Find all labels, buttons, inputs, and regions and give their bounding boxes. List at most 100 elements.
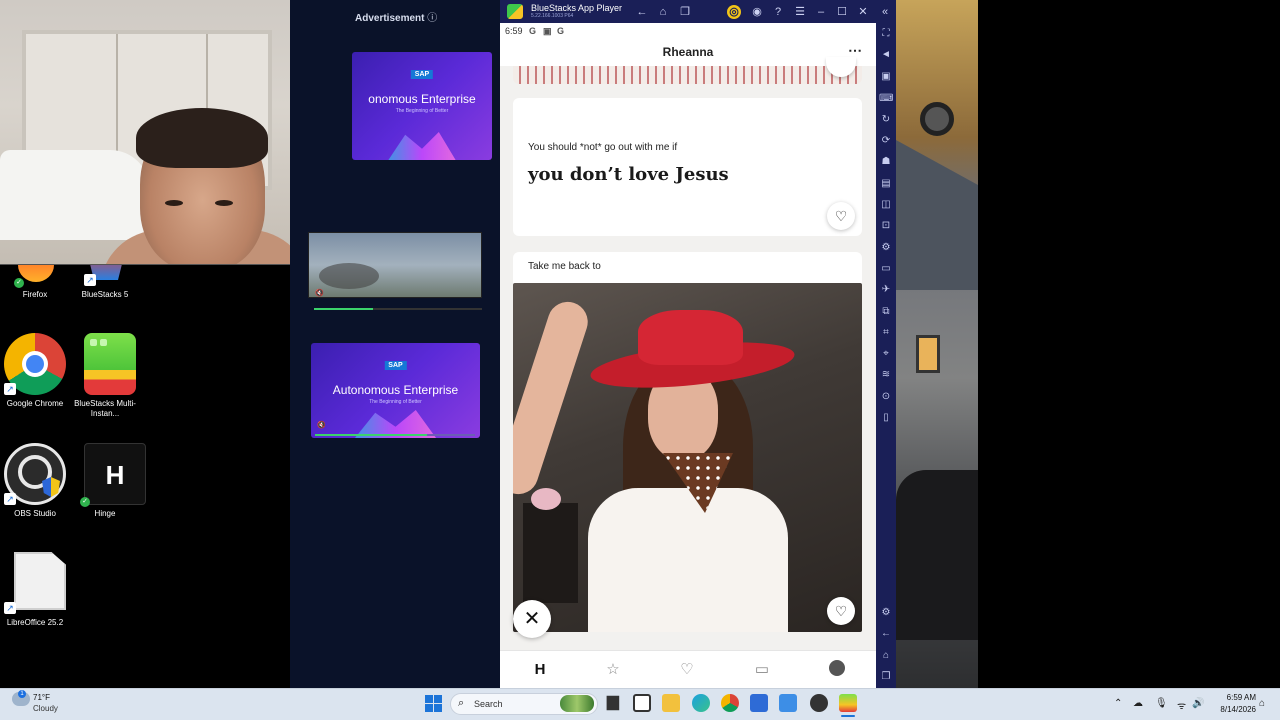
controller-icon[interactable]: ☗ xyxy=(879,155,893,169)
coin-icon[interactable]: ◎ xyxy=(727,5,741,19)
media-icon[interactable]: ▣ xyxy=(879,70,893,84)
minimize-icon[interactable]: – xyxy=(814,5,828,19)
notification-icon-google: G xyxy=(557,26,565,36)
layers-icon[interactable]: ≋ xyxy=(879,368,893,382)
obs-taskbar-icon[interactable] xyxy=(810,694,828,712)
multi-instance-icon[interactable]: ⧉ xyxy=(879,305,893,319)
fullscreen-icon[interactable]: ⛶ xyxy=(879,27,893,41)
profile-photo[interactable] xyxy=(513,283,862,632)
like-prompt-button[interactable]: ♡ xyxy=(827,202,855,230)
record-icon[interactable]: ⊡ xyxy=(879,219,893,233)
profile-name: Rheanna xyxy=(662,45,714,59)
airplane-icon[interactable]: ✈ xyxy=(879,283,893,297)
chat-icon[interactable]: ▭ xyxy=(751,660,773,680)
weather-temperature[interactable]: 71°F xyxy=(33,693,50,702)
settings-icon[interactable]: ⚙ xyxy=(879,606,893,620)
video-ad[interactable]: 🔇 xyxy=(308,232,482,298)
desktop-icon-libreoffice[interactable]: ↗ LibreOffice 25.2 xyxy=(0,552,75,628)
desktop-icon-hinge[interactable]: H ✓ Hinge xyxy=(65,443,146,519)
notepad-icon[interactable] xyxy=(633,694,651,712)
menu-icon[interactable]: ☰ xyxy=(793,5,807,19)
recent-apps-icon[interactable]: ❐ xyxy=(678,5,692,19)
search-icon: ⌕ xyxy=(458,697,465,709)
chrome-taskbar-icon[interactable] xyxy=(721,694,739,712)
star-icon[interactable]: ☆ xyxy=(602,660,624,680)
clock-date[interactable]: 8/14/2026 xyxy=(1206,705,1256,714)
snipping-tool-icon[interactable] xyxy=(779,694,797,712)
video-ad-progress-fill xyxy=(314,308,373,310)
macro-icon[interactable]: ⚙ xyxy=(879,241,893,255)
ad-banner-bottom[interactable]: SAP Autonomous Enterprise The Beginning … xyxy=(311,343,480,438)
home-icon[interactable]: ⌂ xyxy=(656,5,670,19)
wifi-icon[interactable]: ᯤ xyxy=(1177,698,1186,712)
store-icon[interactable] xyxy=(750,694,768,712)
android-home-icon[interactable]: ⌂ xyxy=(879,649,893,663)
like-photo-button[interactable]: ♡ xyxy=(827,597,855,625)
shake-icon[interactable]: ⊙ xyxy=(879,390,893,404)
windows-start-icon[interactable] xyxy=(425,695,442,712)
microphone-icon[interactable]: 🎙 xyxy=(1155,698,1168,709)
desktop-icon-bluestacks-multi-instance[interactable]: BlueStacks Multi-Instan... xyxy=(65,333,145,419)
android-back-icon[interactable]: ← xyxy=(879,627,893,641)
ad-banner-top[interactable]: SAP onomous Enterprise The Beginning of … xyxy=(352,52,492,160)
location-icon[interactable]: ⌖ xyxy=(879,347,893,361)
bluestacks-taskbar-icon[interactable] xyxy=(839,694,857,712)
screenshot-icon[interactable]: ◫ xyxy=(879,198,893,212)
desktop-area xyxy=(978,0,1280,688)
notification-bell-icon[interactable]: ⌂ xyxy=(1259,698,1265,709)
rotate-icon[interactable]: ↻ xyxy=(879,113,893,127)
hinge-logo-icon[interactable]: H xyxy=(529,660,551,680)
sap-logo: SAP xyxy=(384,361,407,370)
desktop-icon-google-chrome[interactable]: ↗ Google Chrome xyxy=(0,333,75,409)
collapse-sidebar-icon[interactable]: « xyxy=(878,5,892,19)
maximize-icon[interactable]: ☐ xyxy=(835,5,849,19)
mute-icon[interactable]: 🔇 xyxy=(317,421,326,429)
sap-logo: SAP xyxy=(410,70,434,79)
active-app-indicator xyxy=(841,715,855,717)
show-hidden-icons-chevron-icon[interactable]: ⌃ xyxy=(1114,698,1122,709)
file-explorer-icon[interactable] xyxy=(662,694,680,712)
apk-icon[interactable]: ▤ xyxy=(879,177,893,191)
weather-alert-badge: 1 xyxy=(18,690,26,698)
profile-icon[interactable] xyxy=(826,660,848,680)
shortcut-arrow-icon: ↗ xyxy=(84,274,96,286)
android-recents-icon[interactable]: ❐ xyxy=(879,670,893,684)
photo-prompt-label: Take me back to xyxy=(528,261,601,272)
sidebar-toggle-icon[interactable]: ▯ xyxy=(879,411,893,425)
account-icon[interactable]: ◉ xyxy=(750,5,764,19)
prompt-question: You should *not* go out with me if xyxy=(528,142,678,153)
back-icon[interactable]: ← xyxy=(635,5,649,19)
edge-icon[interactable] xyxy=(692,694,710,712)
desktop-icon-label: Google Chrome xyxy=(6,399,64,408)
car-wheel xyxy=(920,102,954,136)
clock-time[interactable]: 6:59 AM xyxy=(1212,693,1256,702)
heart-icon[interactable]: ♡ xyxy=(676,660,698,680)
bluestacks-multi-instance-icon xyxy=(74,333,136,395)
help-icon[interactable]: ? xyxy=(771,5,785,19)
volume-icon[interactable]: ◄ xyxy=(879,48,893,62)
desktop-icon-label: Hinge xyxy=(94,509,116,518)
desktop-icon-obs-studio[interactable]: ↗ OBS Studio xyxy=(0,443,75,519)
sync-check-icon: ✓ xyxy=(80,497,90,507)
dismiss-button[interactable]: ✕ xyxy=(513,600,551,638)
sync-icon[interactable]: ⟳ xyxy=(879,134,893,148)
folder-icon[interactable]: ▭ xyxy=(879,262,893,276)
house-roof xyxy=(896,140,978,290)
onedrive-icon[interactable]: ☁ xyxy=(1133,698,1143,709)
notification-icon-app: ▣ xyxy=(543,26,552,36)
desktop-wallpaper xyxy=(896,0,978,688)
search-highlight-image xyxy=(560,695,594,712)
weather-condition[interactable]: Cloudy xyxy=(33,704,58,713)
speaker-icon[interactable]: 🔊 xyxy=(1192,698,1204,709)
keyboard-icon[interactable]: ⌨ xyxy=(879,92,893,106)
ad-tagline: The Beginning of Better xyxy=(395,108,449,114)
desktop-icon-label: BlueStacks 5 xyxy=(81,290,129,299)
info-icon[interactable]: ⓘ xyxy=(427,13,437,24)
mute-icon[interactable]: 🔇 xyxy=(315,289,324,297)
close-icon[interactable]: ✕ xyxy=(856,5,870,19)
desktop-icon-label: BlueStacks Multi-Instan... xyxy=(74,399,136,418)
ad-title: Autonomous Enterprise xyxy=(332,383,459,397)
eco-icon[interactable]: ⌗ xyxy=(879,326,893,340)
notification-icon-google: G xyxy=(529,26,537,36)
previous-photo xyxy=(513,66,862,84)
